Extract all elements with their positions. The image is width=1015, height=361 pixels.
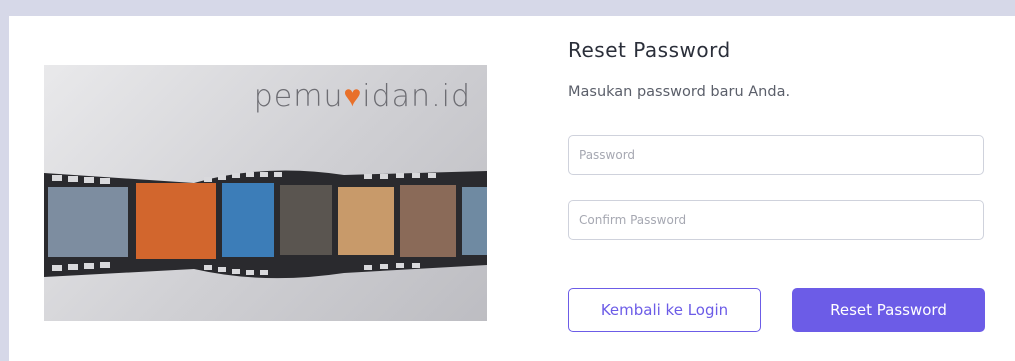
logo-heart-icon: ♥	[343, 79, 363, 114]
brand-logo: pemu♥idan.id	[254, 79, 471, 114]
page-title: Reset Password	[568, 38, 731, 62]
password-input[interactable]	[568, 135, 984, 175]
page-subtitle: Masukan password baru Anda.	[568, 84, 791, 100]
reset-card: pemu♥idan.id Reset Password Masukan pass…	[9, 16, 1015, 361]
promo-banner-image: pemu♥idan.id	[44, 65, 487, 321]
confirm-password-input[interactable]	[568, 200, 984, 240]
logo-text-prefix: pemu	[253, 79, 344, 114]
logo-text-suffix: idan.id	[362, 79, 471, 114]
reset-password-button[interactable]: Reset Password	[792, 288, 985, 332]
back-to-login-button[interactable]: Kembali ke Login	[568, 288, 761, 332]
film-strip-illustration	[44, 170, 487, 279]
